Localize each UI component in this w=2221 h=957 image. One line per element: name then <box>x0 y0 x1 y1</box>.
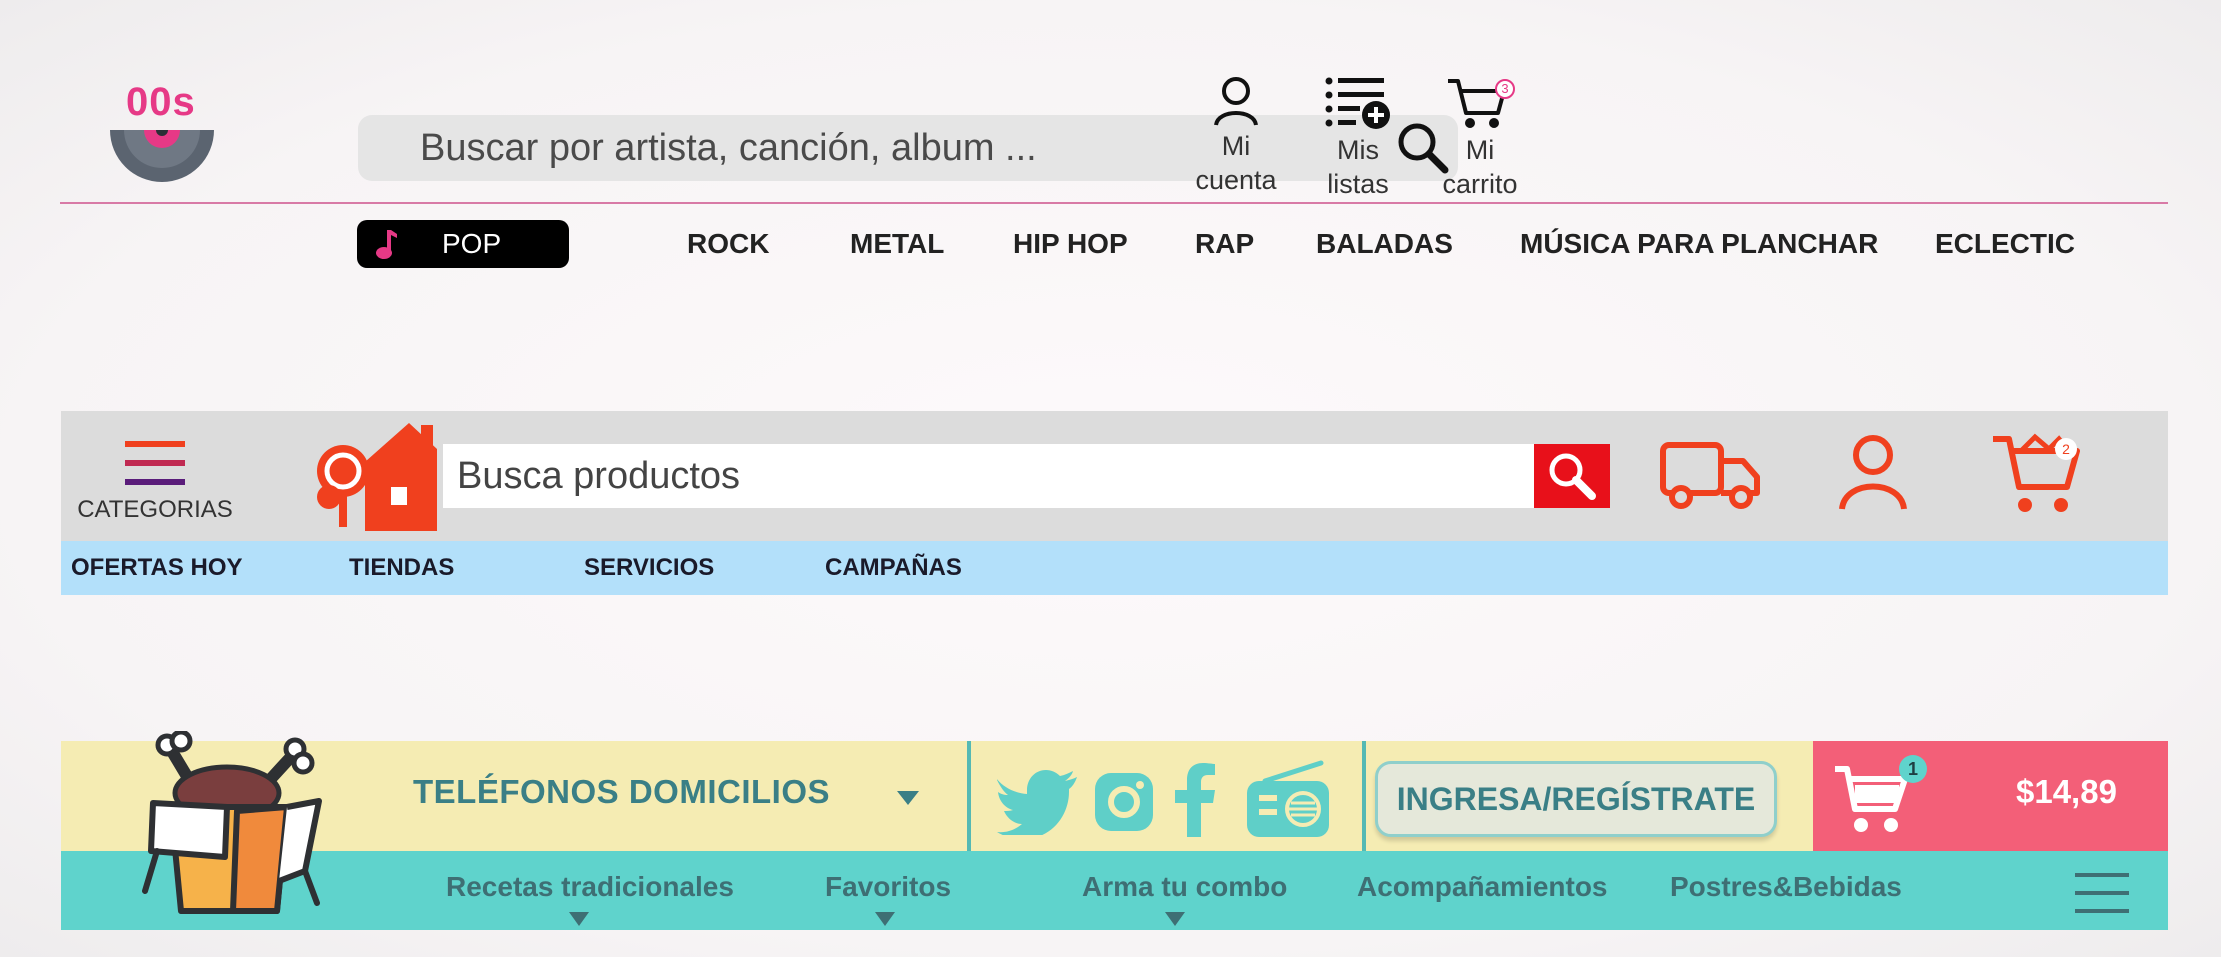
genre-tab-hip-hop[interactable]: HIP HOP <box>1013 220 1128 268</box>
food-box-logo-icon[interactable] <box>137 731 327 921</box>
food-nav-bar: Recetas tradicionales Favoritos Arma tu … <box>61 851 2168 930</box>
categories-label: CATEGORIAS <box>77 496 233 523</box>
music-store-header: 00s Mi cuenta <box>60 60 2168 280</box>
hamburger-menu-icon <box>125 441 185 485</box>
shop-search-bar <box>443 444 1610 508</box>
genre-tab-eclectic[interactable]: ECLECTIC <box>1935 220 2075 268</box>
nav-recetas-tradicionales[interactable]: Recetas tradicionales <box>446 871 734 903</box>
header-divider <box>60 202 2168 204</box>
genre-tab-rap[interactable]: RAP <box>1195 220 1254 268</box>
genre-tab-metal[interactable]: METAL <box>850 220 944 268</box>
hamburger-menu-icon[interactable] <box>2075 873 2129 913</box>
genre-nav: POP ROCK METAL HIP HOP RAP BALADAS MÚSIC… <box>357 220 2157 268</box>
instagram-icon[interactable] <box>1091 769 1157 835</box>
my-account-line2: cuenta <box>1195 165 1277 195</box>
cart-badge: 3 <box>1495 79 1515 99</box>
food-header: Recetas tradicionales Favoritos Arma tu … <box>61 731 2168 930</box>
categories-button[interactable]: CATEGORIAS <box>75 441 235 524</box>
shop-search-input[interactable] <box>443 444 1534 508</box>
nav-ofertas-hoy[interactable]: OFERTAS HOY <box>71 541 243 595</box>
shop-search-button[interactable] <box>1534 444 1610 508</box>
my-account-button[interactable]: Mi cuenta <box>1176 75 1296 197</box>
logo-text: 00s <box>126 80 196 124</box>
nav-servicios[interactable]: SERVICIOS <box>584 541 714 595</box>
add-list-icon <box>1325 77 1390 129</box>
my-cart-line1: Mi <box>1465 135 1495 165</box>
shop-nav-bar: OFERTAS HOY TIENDAS SERVICIOS CAMPAÑAS <box>61 541 2168 595</box>
food-cart-badge: 1 <box>1899 755 1927 783</box>
nav-acompanamientos[interactable]: Acompañamientos <box>1357 871 1608 903</box>
cart-total: $14,89 <box>2016 773 2117 810</box>
phones-dropdown-label[interactable]: TELÉFONOS DOMICILIOS <box>413 773 830 811</box>
my-lists-line2: listas <box>1327 169 1389 199</box>
shop-header: CATEGORIAS Busca productos 2 OFERTAS HOY… <box>61 411 2168 595</box>
nav-postres-bebidas[interactable]: Postres&Bebidas <box>1670 871 1902 903</box>
nav-arma-tu-combo[interactable]: Arma tu combo <box>1082 871 1287 903</box>
music-note-icon <box>376 230 397 259</box>
user-icon <box>1214 77 1258 126</box>
chevron-down-icon[interactable] <box>897 791 919 805</box>
radio-icon[interactable] <box>1245 759 1331 839</box>
search-icon <box>1549 453 1596 500</box>
chevron-down-icon <box>569 912 589 926</box>
genre-tab-musica-para-planchar[interactable]: MÚSICA PARA PLANCHAR <box>1520 220 1878 268</box>
nav-campanas[interactable]: CAMPAÑAS <box>825 541 962 595</box>
home-logo-icon[interactable] <box>313 415 443 533</box>
facebook-icon[interactable] <box>1173 763 1217 837</box>
logo[interactable]: 00s <box>100 80 220 190</box>
nav-tiendas[interactable]: TIENDAS <box>349 541 454 595</box>
delivery-truck-icon[interactable] <box>1659 433 1763 513</box>
my-lists-button[interactable]: Mis listas <box>1298 75 1418 201</box>
my-cart-button[interactable]: 3 Mi carrito <box>1420 75 1540 201</box>
chevron-down-icon <box>1165 912 1185 926</box>
shop-cart-badge: 2 <box>2055 438 2077 460</box>
login-register-button[interactable]: INGRESA/REGÍSTRATE <box>1375 761 1777 837</box>
twitter-icon[interactable] <box>997 769 1079 835</box>
genre-label: POP <box>442 228 502 259</box>
shop-top-bar: CATEGORIAS Busca productos 2 <box>61 411 2168 541</box>
my-cart-line2: carrito <box>1442 169 1518 199</box>
my-account-line1: Mi <box>1221 131 1251 161</box>
chevron-down-icon <box>875 912 895 926</box>
vinyl-record-icon <box>110 130 214 182</box>
genre-tab-baladas[interactable]: BALADAS <box>1316 220 1453 268</box>
genre-tab-pop[interactable]: POP <box>357 220 569 268</box>
my-lists-line1: Mis <box>1337 135 1379 165</box>
user-icon[interactable] <box>1837 433 1909 513</box>
nav-favoritos[interactable]: Favoritos <box>825 871 951 903</box>
genre-tab-rock[interactable]: ROCK <box>687 220 769 268</box>
